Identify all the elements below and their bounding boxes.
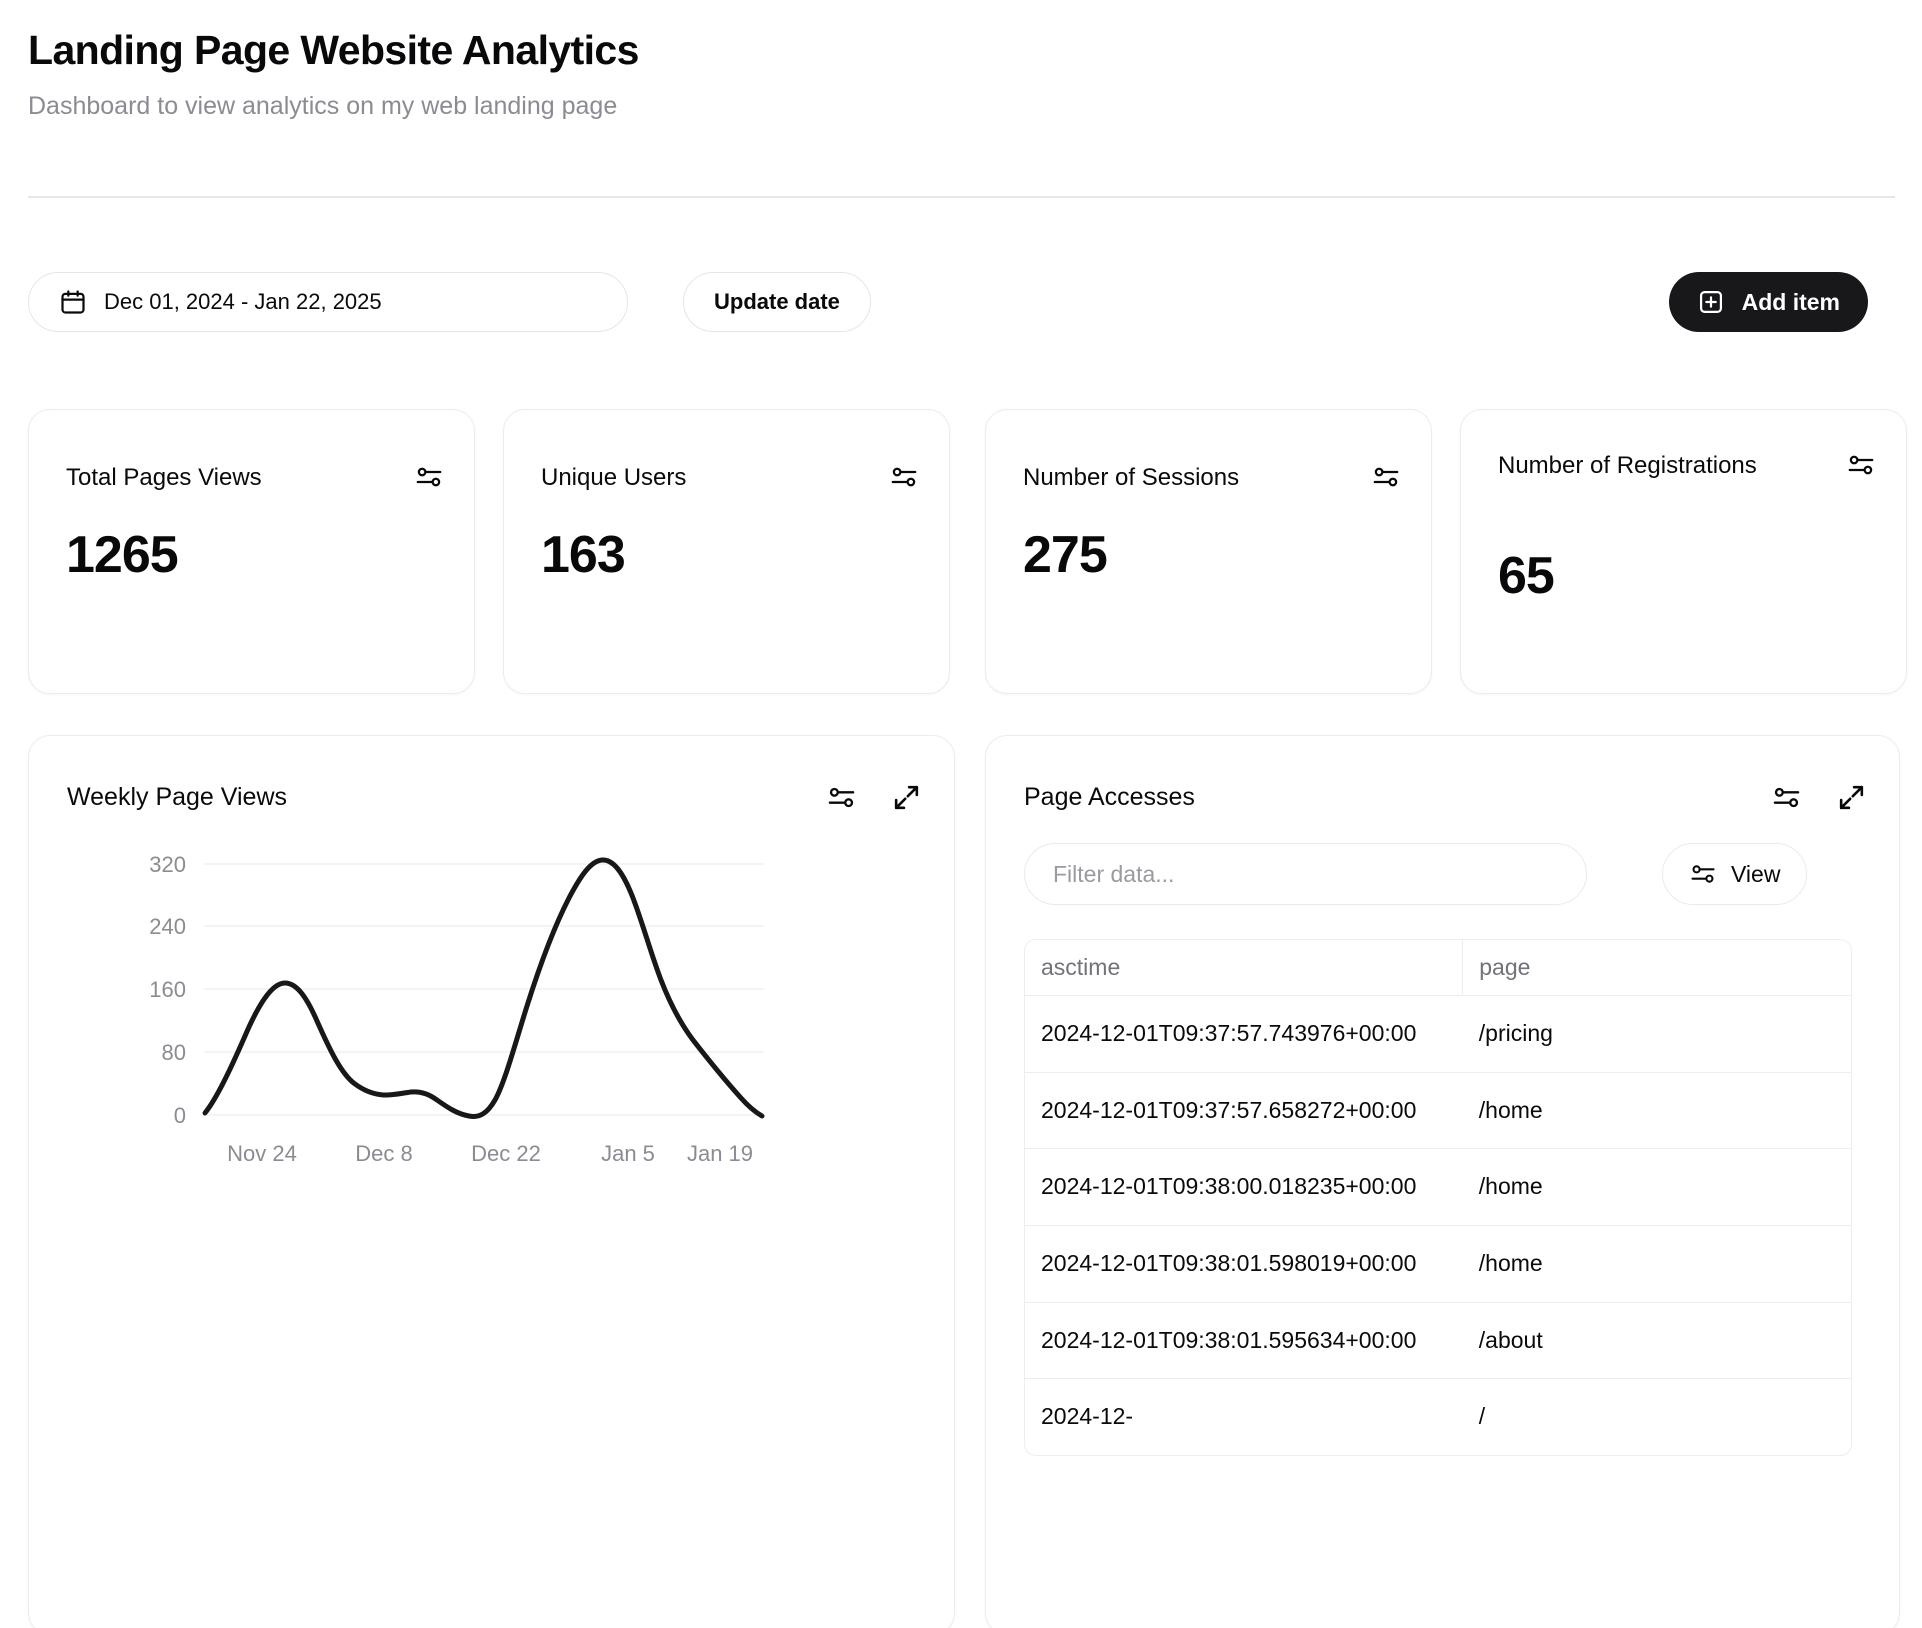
table-row[interactable]: 2024-12-01T09:38:00.018235+00:00 /home [1025, 1148, 1851, 1226]
metric-card-total-pages-views[interactable]: Total Pages Views 1265 [28, 409, 475, 694]
view-label: View [1731, 860, 1781, 887]
dashboard-page: Landing Page Website Analytics Dashboard… [0, 0, 1922, 1628]
cell-asctime: 2024-12-01T09:38:00.018235+00:00 [1025, 1148, 1463, 1226]
metric-value: 163 [541, 526, 626, 584]
settings-sliders-icon[interactable] [889, 462, 919, 492]
y-tick-240: 240 [149, 914, 186, 939]
cell-page: /pricing [1462, 995, 1851, 1073]
table-toolbar: View [1024, 843, 1864, 905]
x-tick-dec-8: Dec 8 [355, 1141, 412, 1166]
date-range-label: Dec 01, 2024 - Jan 22, 2025 [104, 289, 382, 314]
chart-x-axis-ticks: Nov 24 Dec 8 Dec 22 Jan 5 Jan 19 [227, 1141, 753, 1166]
expand-arrows-icon[interactable] [1836, 782, 1867, 813]
x-tick-jan-19: Jan 19 [687, 1141, 753, 1166]
chart-series-line [202, 857, 765, 1119]
cell-asctime: 2024-12-01T09:38:01.595634+00:00 [1025, 1302, 1463, 1380]
metric-label: Number of Registrations [1498, 452, 1757, 479]
settings-sliders-icon[interactable] [414, 462, 444, 492]
table-row[interactable]: 2024-12- / [1025, 1379, 1851, 1455]
metric-header: Total Pages Views [66, 462, 444, 494]
metric-value: 275 [1023, 526, 1108, 584]
calendar-icon [59, 288, 87, 316]
panel-header: Weekly Page Views [67, 782, 922, 813]
metric-label: Total Pages Views [66, 464, 262, 491]
add-item-label: Add item [1741, 288, 1840, 315]
update-date-label: Update date [714, 289, 840, 314]
settings-sliders-icon[interactable] [826, 782, 857, 813]
metric-header: Number of Sessions [1023, 462, 1401, 494]
view-button[interactable]: View [1662, 843, 1808, 905]
metric-cards: Total Pages Views 1265 Unique Users 163 … [28, 409, 1922, 694]
page-title: Landing Page Website Analytics [28, 27, 639, 73]
date-range-picker[interactable]: Dec 01, 2024 - Jan 22, 2025 [28, 272, 628, 332]
cell-page: /about [1462, 1302, 1851, 1380]
x-tick-nov-24: Nov 24 [227, 1141, 297, 1166]
cell-page: /home [1462, 1148, 1851, 1226]
metric-card-number-of-registrations[interactable]: Number of Registrations 65 [1460, 409, 1907, 694]
table-row[interactable]: 2024-12-01T09:38:01.598019+00:00 /home [1025, 1225, 1851, 1303]
chart-gridlines [204, 863, 764, 1116]
metric-header: Number of Registrations [1498, 450, 1876, 482]
header-divider [28, 196, 1895, 198]
metric-label: Number of Sessions [1023, 464, 1240, 491]
cell-asctime: 2024-12- [1041, 1403, 1134, 1430]
table-row[interactable]: 2024-12-01T09:37:57.658272+00:00 /home [1025, 1072, 1851, 1150]
chart-y-axis-ticks: 320 240 160 80 0 [149, 852, 186, 1128]
table-row[interactable]: 2024-12-01T09:37:57.743976+00:00 /pricin… [1025, 995, 1851, 1073]
table-head: asctime page [1025, 940, 1851, 996]
page-header: Landing Page Website Analytics Dashboard… [28, 26, 1896, 123]
metric-card-number-of-sessions[interactable]: Number of Sessions 275 [985, 409, 1432, 694]
y-tick-160: 160 [149, 977, 186, 1002]
table-header-row: asctime page [1025, 940, 1851, 996]
square-plus-icon [1697, 288, 1725, 316]
cell-page: /home [1462, 1072, 1851, 1150]
weekly-page-views-panel: Weekly Page Views 320 240 160 80 0 Nov 2… [28, 735, 955, 1628]
weekly-page-views-chart: 320 240 160 80 0 Nov 24 Dec 8 Dec 22 Jan… [29, 846, 954, 1176]
settings-sliders-icon[interactable] [1371, 462, 1401, 492]
y-tick-320: 320 [149, 852, 186, 877]
chart-svg: 320 240 160 80 0 Nov 24 Dec 8 Dec 22 Jan… [149, 852, 765, 1166]
metric-value: 1265 [66, 526, 179, 584]
page-subtitle: Dashboard to view analytics on my web la… [28, 92, 618, 121]
settings-sliders-icon[interactable] [1846, 450, 1876, 480]
page-accesses-table: asctime page 2024-12-01T09:37:57.743976+… [1025, 940, 1851, 1455]
x-tick-dec-22: Dec 22 [471, 1141, 541, 1166]
filter-input[interactable] [1024, 843, 1587, 905]
column-header-asctime[interactable]: asctime [1025, 940, 1464, 996]
metric-header: Unique Users [541, 462, 919, 494]
metric-card-unique-users[interactable]: Unique Users 163 [503, 409, 950, 694]
column-header-page[interactable]: page [1462, 940, 1851, 996]
panel-header: Page Accesses [1024, 782, 1867, 813]
page-accesses-panel: Page Accesses Filter data... View asctim… [985, 735, 1900, 1628]
x-tick-jan-5: Jan 5 [601, 1141, 655, 1166]
y-tick-80: 80 [162, 1040, 186, 1065]
add-item-button[interactable]: Add item [1668, 272, 1868, 332]
page-accesses-table-wrapper: asctime page 2024-12-01T09:37:57.743976+… [1024, 939, 1852, 1456]
panel-title: Weekly Page Views [67, 783, 288, 811]
cell-asctime: 2024-12-01T09:37:57.658272+00:00 [1025, 1072, 1463, 1150]
settings-sliders-icon [1689, 860, 1717, 888]
panel-title: Page Accesses [1024, 783, 1195, 811]
toolbar: Dec 01, 2024 - Jan 22, 2025 Update date … [28, 272, 1896, 332]
settings-sliders-icon[interactable] [1771, 782, 1802, 813]
panel-actions [826, 782, 922, 813]
cell-page: / [1478, 1403, 1486, 1430]
metric-label: Unique Users [541, 464, 687, 491]
table-body: 2024-12-01T09:37:57.743976+00:00 /pricin… [1025, 995, 1851, 1455]
table-row[interactable]: 2024-12-01T09:38:01.595634+00:00 /about [1025, 1302, 1851, 1380]
cell-asctime: 2024-12-01T09:37:57.743976+00:00 [1025, 995, 1463, 1073]
cell-page: /home [1462, 1225, 1851, 1303]
cell-asctime: 2024-12-01T09:38:01.598019+00:00 [1025, 1225, 1463, 1303]
y-tick-0: 0 [174, 1103, 186, 1128]
panel-actions [1771, 782, 1867, 813]
update-date-button[interactable]: Update date [683, 272, 871, 332]
metric-value: 65 [1498, 547, 1555, 605]
expand-arrows-icon[interactable] [891, 782, 922, 813]
